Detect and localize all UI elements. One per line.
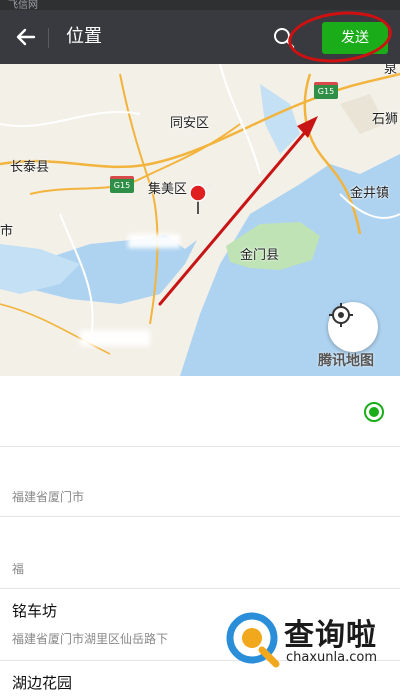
page-title: 位置 [66, 26, 102, 47]
list-item[interactable] [0, 376, 400, 447]
annotation-arrowhead [297, 116, 318, 138]
redaction-blur [10, 382, 290, 430]
redaction-blur [100, 454, 330, 506]
map-label-shijing: 石狮 [372, 112, 399, 127]
map-view[interactable]: 同安区 长泰县 集美区 金井镇 石狮 泉 市 金门县 G15 G15 腾讯地图 [0, 64, 400, 376]
location-pin [189, 184, 207, 202]
list-item-title: 铭车坊 [12, 602, 58, 620]
list-item[interactable]: 福建省厦门市 [0, 446, 400, 517]
map-label-quan: 泉 [384, 64, 398, 77]
map-label-jinjing: 金井镇 [350, 186, 390, 201]
map-label-changtai: 长泰县 [10, 160, 50, 175]
locate-button[interactable] [328, 302, 378, 352]
selected-check-icon [364, 402, 384, 422]
watermark-text: 查询啦 [284, 618, 377, 653]
list-item-subtitle: 福 [12, 562, 25, 576]
map-provider-watermark: 腾讯地图 [318, 353, 374, 369]
map-label-shi: 市 [0, 224, 14, 239]
list-item-subtitle: 福建省厦门市 [12, 490, 85, 504]
check-dot [369, 407, 379, 417]
redaction-blur [128, 234, 180, 248]
annotation-circle [285, 6, 395, 68]
crosshair-icon [329, 303, 353, 327]
map-label-jinmen: 金门县 [240, 248, 280, 263]
road-minor-2 [219, 64, 261, 175]
title-divider [48, 28, 49, 48]
back-button[interactable] [8, 20, 42, 54]
status-bar: 飞信网 [0, 0, 400, 11]
map-label-jimei: 集美区 [148, 182, 188, 197]
redaction-blur [26, 524, 326, 580]
watermark-url: chaxunla.com [286, 650, 377, 665]
list-item[interactable]: 福 [0, 516, 400, 589]
search-q-logo-icon [226, 612, 280, 668]
site-watermark: 查询啦 chaxunla.com [224, 606, 394, 680]
redaction-blur [80, 330, 150, 346]
road-shield-g15-east: G15 [314, 82, 338, 99]
road-minor-1 [0, 110, 141, 128]
list-item-subtitle: 福建省厦门市湖里区仙岳路下 [12, 632, 169, 646]
map-label-tongan: 同安区 [170, 116, 210, 131]
title-bar: 位置 发送 [0, 6, 400, 68]
road-shield-g15-west: G15 [110, 176, 134, 193]
road-minor-5 [0, 303, 111, 355]
arrow-left-icon [16, 28, 36, 46]
